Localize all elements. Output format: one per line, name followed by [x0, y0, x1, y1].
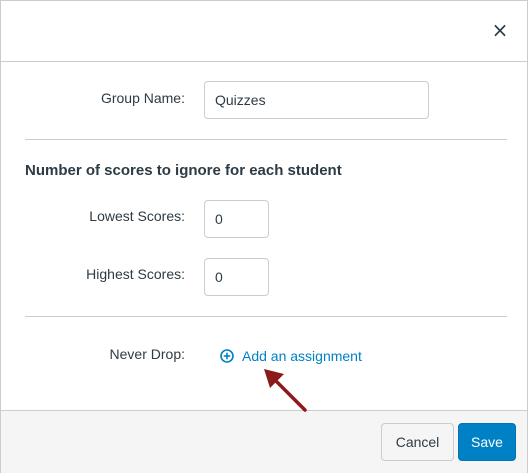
save-button[interactable]: Save [458, 423, 516, 461]
add-assignment-link[interactable]: Add an assignment [220, 346, 362, 366]
close-icon[interactable]: × [489, 19, 511, 41]
section-title: Number of scores to ignore for each stud… [25, 162, 342, 179]
group-name-label: Group Name: [100, 90, 185, 106]
highest-scores-input[interactable] [204, 258, 269, 296]
plus-circle-icon [220, 349, 234, 363]
group-name-input[interactable] [204, 81, 429, 119]
highest-scores-label: Highest Scores: [86, 266, 185, 282]
lowest-scores-label: Lowest Scores: [89, 208, 185, 224]
divider [25, 316, 507, 317]
lowest-scores-input[interactable] [204, 200, 269, 238]
dialog-footer: Cancel Save [1, 410, 527, 473]
cancel-button[interactable]: Cancel [381, 423, 454, 461]
add-assignment-label: Add an assignment [242, 348, 362, 364]
divider [25, 139, 507, 140]
group-settings-dialog: × Group Name: Number of scores to ignore… [0, 0, 528, 473]
never-drop-label: Never Drop: [109, 346, 185, 362]
dialog-header: × [1, 1, 527, 62]
